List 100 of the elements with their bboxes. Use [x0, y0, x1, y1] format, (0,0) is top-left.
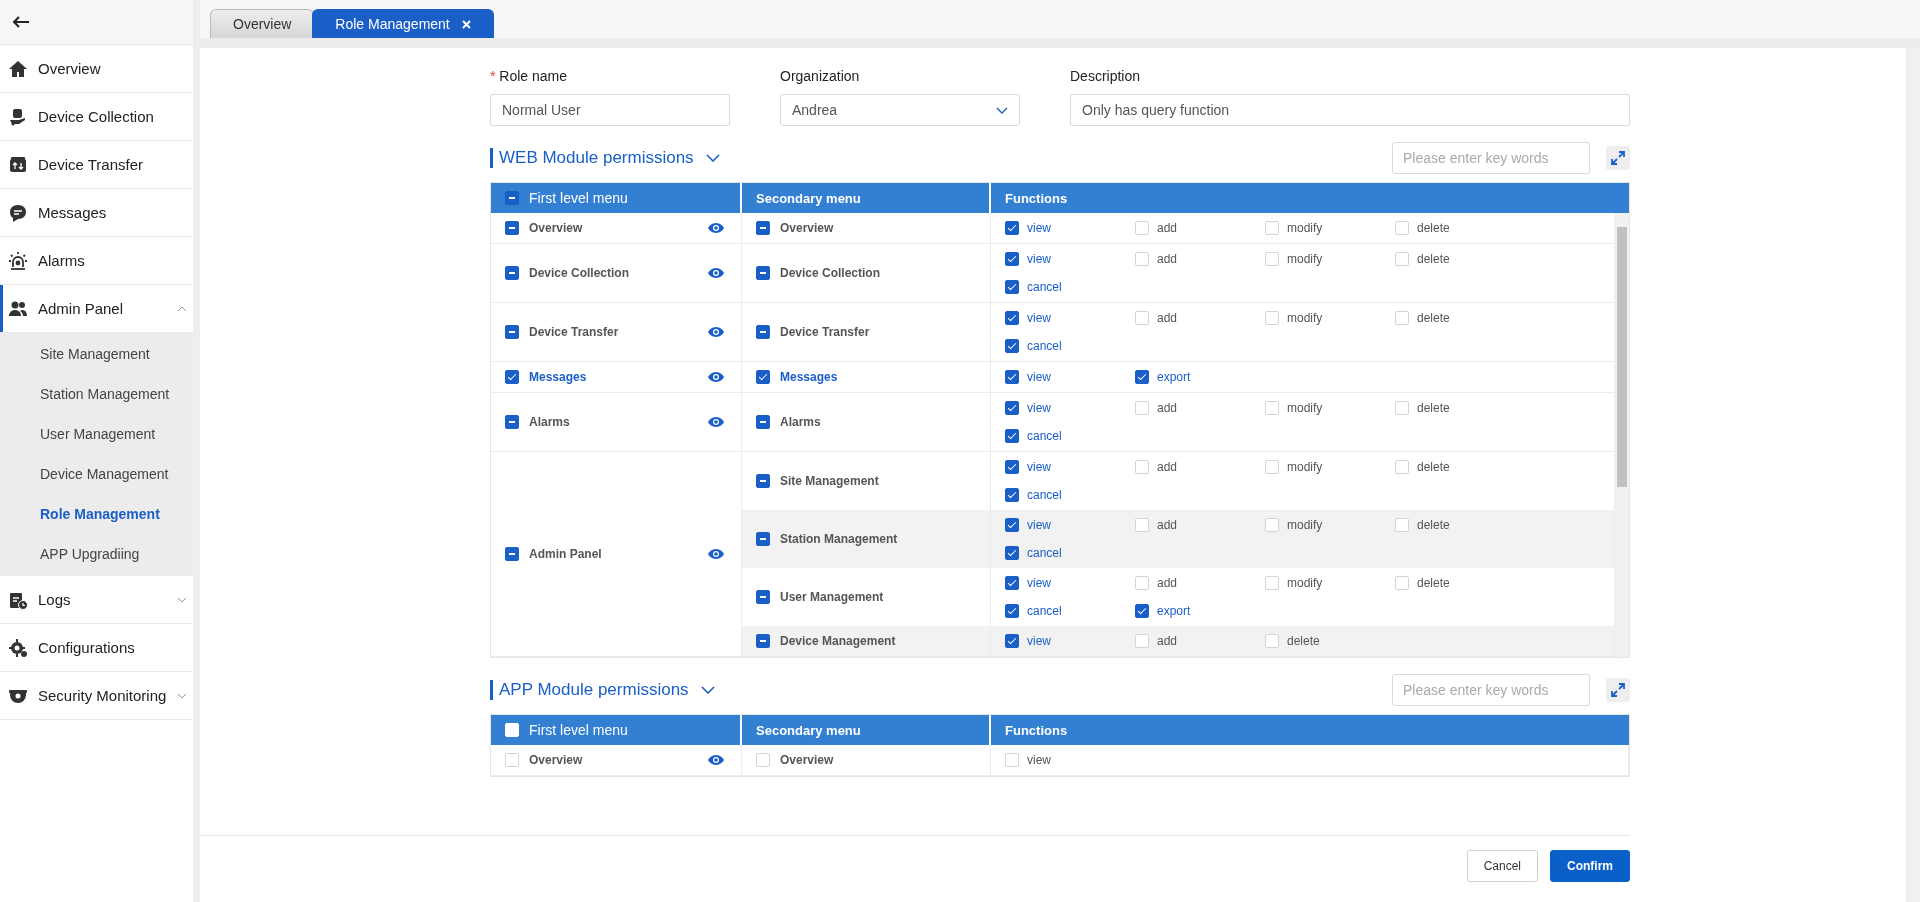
checkbox[interactable] [505, 370, 519, 384]
function-label: view [1027, 252, 1051, 266]
checkbox[interactable] [1135, 604, 1149, 618]
checkbox[interactable] [505, 221, 519, 235]
eye-icon[interactable] [707, 548, 725, 560]
organization-dropdown[interactable]: Andrea [780, 94, 1020, 126]
checkbox[interactable] [1005, 634, 1019, 648]
sidebar-subitem[interactable]: Device Management [0, 454, 193, 494]
sidebar-item[interactable]: Admin Panel [0, 285, 193, 332]
function-label: add [1157, 634, 1178, 648]
tab[interactable]: Overview [210, 9, 315, 38]
checkbox[interactable] [756, 532, 770, 546]
search-field[interactable]: Please enter key words [1392, 142, 1590, 174]
chevron-down-icon [705, 154, 720, 162]
eye-icon[interactable] [707, 754, 725, 766]
expand-button[interactable] [1606, 146, 1630, 170]
eye-icon[interactable] [707, 326, 725, 338]
column-header: Functions [1004, 189, 1069, 208]
checkbox[interactable] [1005, 252, 1019, 266]
checkbox[interactable] [505, 191, 519, 205]
function-label: cancel [1027, 280, 1062, 294]
sidebar-item[interactable]: Device Collection [0, 93, 193, 141]
checkbox[interactable] [1005, 221, 1019, 235]
column-header: Secondary menu [742, 183, 991, 213]
field-label: Description [1070, 68, 1142, 84]
checkbox[interactable] [756, 370, 770, 384]
sidebar-item[interactable]: Device Transfer [0, 141, 193, 189]
checkbox[interactable] [1005, 429, 1019, 443]
menu-name: Device Management [780, 634, 896, 648]
section-title[interactable]: APP Module permissions [490, 680, 715, 700]
function-label: delete [1417, 518, 1450, 532]
field-label: Organization [780, 68, 861, 84]
checkbox[interactable] [1005, 460, 1019, 474]
menu-name: Device Collection [529, 266, 630, 280]
expand-button[interactable] [1606, 678, 1630, 702]
checkbox[interactable] [756, 634, 770, 648]
checkbox[interactable] [756, 325, 770, 339]
section-title[interactable]: WEB Module permissions [490, 148, 720, 168]
menu-name: Alarms [780, 415, 821, 429]
close-icon[interactable] [461, 19, 471, 29]
sidebar-subitem[interactable]: User Management [0, 414, 193, 454]
sidebar-item[interactable]: Security Monitoring [0, 672, 193, 720]
checkbox[interactable] [1005, 311, 1019, 325]
sidebar-item[interactable]: Overview [0, 45, 193, 93]
eye-icon[interactable] [707, 267, 725, 279]
function-label: export [1157, 604, 1191, 618]
menu-name: Overview [529, 221, 583, 235]
function-label: view [1027, 753, 1051, 767]
function-label: add [1157, 221, 1178, 235]
function-label: view [1027, 576, 1051, 590]
checkbox[interactable] [1005, 488, 1019, 502]
function-label: modify [1287, 252, 1323, 266]
eye-icon[interactable] [707, 222, 725, 234]
checkbox[interactable] [1135, 370, 1149, 384]
cancel-button[interactable]: Cancel [1466, 850, 1538, 882]
function-label: delete [1417, 221, 1450, 235]
sidebar-item[interactable]: Logs [0, 576, 193, 624]
checkbox[interactable] [756, 590, 770, 604]
role-name-field[interactable]: Normal User [490, 94, 730, 126]
function-label: modify [1287, 518, 1323, 532]
checkbox[interactable] [1005, 280, 1019, 294]
sidebar-subitem[interactable]: Role Management [0, 494, 193, 534]
function-label: delete [1417, 252, 1450, 266]
sidebar-subitem[interactable]: Station Management [0, 374, 193, 414]
sidebar-subitem[interactable]: Site Management [0, 334, 193, 374]
checkbox[interactable] [505, 415, 519, 429]
checkbox[interactable] [1005, 401, 1019, 415]
sidebar-item[interactable]: Messages [0, 189, 193, 237]
checkbox[interactable] [756, 415, 770, 429]
sidebar-item[interactable]: Configurations [0, 624, 193, 672]
search-field[interactable]: Please enter key words [1392, 674, 1590, 706]
confirm-button[interactable]: Confirm [1550, 850, 1630, 882]
checkbox[interactable] [505, 325, 519, 339]
eye-icon[interactable] [707, 416, 725, 428]
eye-icon[interactable] [707, 371, 725, 383]
chat-bubble-icon [8, 202, 28, 223]
function-label: view [1027, 518, 1051, 532]
checkbox[interactable] [1005, 576, 1019, 590]
checkbox[interactable] [1005, 339, 1019, 353]
description-field[interactable]: Only has query function [1070, 94, 1630, 126]
checkbox[interactable] [1005, 546, 1019, 560]
checkbox[interactable] [1005, 518, 1019, 532]
function-label: add [1157, 518, 1178, 532]
checkbox[interactable] [756, 266, 770, 280]
checkbox[interactable] [505, 547, 519, 561]
function-label: view [1027, 634, 1051, 648]
back-arrow-icon[interactable] [12, 16, 30, 28]
function-label: modify [1287, 311, 1323, 325]
sidebar-item[interactable]: Alarms [0, 237, 193, 285]
tab[interactable]: Role Management [312, 9, 494, 38]
shop-box-icon [8, 154, 28, 175]
function-label: delete [1417, 311, 1450, 325]
sidebar-subitem[interactable]: APP Upgradiing [0, 534, 193, 574]
checkbox[interactable] [505, 266, 519, 280]
scrollbar[interactable] [1615, 213, 1629, 657]
menu-name: Station Management [780, 532, 898, 546]
checkbox[interactable] [756, 221, 770, 235]
checkbox[interactable] [1005, 370, 1019, 384]
checkbox[interactable] [756, 474, 770, 488]
checkbox[interactable] [1005, 604, 1019, 618]
